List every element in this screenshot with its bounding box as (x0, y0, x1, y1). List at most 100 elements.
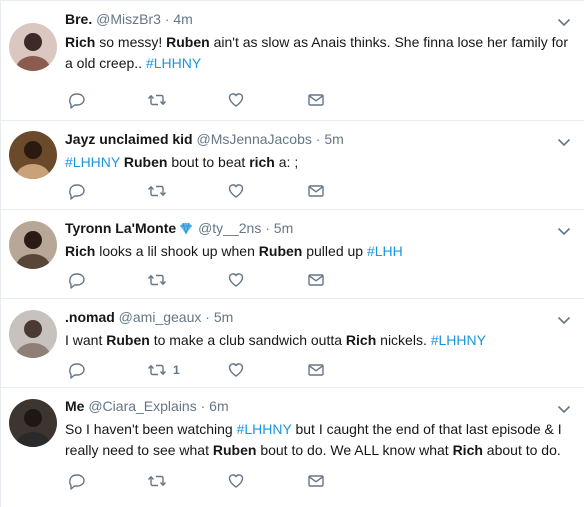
avatar-image (9, 221, 57, 269)
tweet-actions (65, 270, 345, 290)
hashtag-link[interactable]: #LHHNY (146, 55, 201, 71)
highlighted-keyword: Rich (452, 442, 483, 458)
tweet-menu-button[interactable] (557, 312, 571, 325)
reply-icon (69, 184, 85, 200)
author-name[interactable]: .nomad (65, 309, 115, 325)
highlighted-keyword: Rich (65, 34, 96, 50)
reply-icon (69, 93, 85, 109)
like-button[interactable] (227, 181, 247, 201)
tweet[interactable]: Tyronn La'Monte @ty__2ns · 5m Rich looks … (1, 209, 584, 298)
tweet-header: Bre. @MiszBr3 · 4m (65, 11, 193, 27)
hashtag-link[interactable]: #LHHNY (431, 332, 486, 348)
tweet-header: Tyronn La'Monte @ty__2ns · 5m (65, 220, 293, 238)
avatar-image (9, 23, 57, 71)
reply-button[interactable] (67, 360, 87, 380)
author-name[interactable]: Me (65, 398, 84, 414)
timestamp[interactable]: 6m (209, 398, 228, 414)
author-handle[interactable]: @ami_geaux (119, 309, 202, 325)
like-button[interactable] (227, 360, 247, 380)
retweet-button[interactable]: 1 (147, 360, 180, 380)
author-name[interactable]: Bre. (65, 11, 92, 27)
direct-message-button[interactable] (307, 471, 327, 491)
highlighted-keyword: Ruben (123, 154, 168, 170)
reply-button[interactable] (67, 181, 87, 201)
chevron-down-icon (557, 227, 571, 236)
retweet-button[interactable] (147, 90, 167, 110)
heart-icon (228, 184, 244, 198)
retweet-icon (147, 185, 167, 197)
reply-icon (69, 363, 85, 379)
tweet-menu-button[interactable] (557, 401, 571, 414)
timestamp[interactable]: 4m (173, 11, 192, 27)
author-name[interactable]: Tyronn La'Monte (65, 220, 176, 236)
tweet-header: Jayz unclaimed kid @MsJennaJacobs · 5m (65, 131, 344, 147)
avatar[interactable] (9, 310, 57, 358)
text-segment: So I haven't been watching (65, 421, 237, 437)
avatar[interactable] (9, 131, 57, 179)
tweet-actions (65, 181, 345, 201)
text-segment: bout to beat (167, 154, 250, 170)
tweet-text: I want Ruben to make a club sandwich out… (65, 330, 570, 351)
highlighted-keyword: Ruben (106, 332, 150, 348)
hashtag-link[interactable]: #LHH (367, 243, 403, 259)
direct-message-button[interactable] (307, 360, 327, 380)
avatar[interactable] (9, 221, 57, 269)
reply-button[interactable] (67, 90, 87, 110)
tweet-text: Rich so messy! Ruben ain't as slow as An… (65, 32, 570, 74)
tweet-header: Me @Ciara_Explains · 6m (65, 398, 229, 414)
retweet-button[interactable] (147, 270, 167, 290)
like-button[interactable] (227, 270, 247, 290)
timestamp[interactable]: 5m (274, 220, 293, 236)
tweet[interactable]: Bre. @MiszBr3 · 4m Rich so messy! Ruben a… (1, 0, 584, 120)
direct-message-button[interactable] (307, 181, 327, 201)
hashtag-link[interactable]: #LHHNY (65, 154, 120, 170)
heart-icon (228, 273, 244, 287)
highlighted-keyword: Rich (345, 332, 377, 348)
tweet-text: #LHHNY Ruben bout to beat rich a: ; (65, 152, 570, 173)
like-button[interactable] (227, 471, 247, 491)
highlighted-keyword: Rich (65, 243, 96, 259)
tweet[interactable]: .nomad @ami_geaux · 5m I want Ruben to ma… (1, 298, 584, 387)
tweet-text: Rich looks a lil shook up when Ruben pul… (65, 241, 570, 262)
timestamp[interactable]: 5m (214, 309, 233, 325)
author-name[interactable]: Jayz unclaimed kid (65, 131, 193, 147)
tweet-menu-button[interactable] (557, 223, 571, 236)
reply-button[interactable] (67, 270, 87, 290)
retweet-button[interactable] (147, 181, 167, 201)
heart-icon (228, 474, 244, 488)
chevron-down-icon (557, 18, 571, 27)
reply-icon (69, 273, 85, 289)
text-segment: I want (65, 332, 107, 348)
highlighted-keyword: Ruben (166, 34, 210, 50)
text-segment: to make a club sandwich outta (149, 332, 346, 348)
author-handle[interactable]: @Ciara_Explains (88, 398, 196, 414)
author-handle[interactable]: @MiszBr3 (96, 11, 161, 27)
reply-button[interactable] (67, 471, 87, 491)
avatar[interactable] (9, 23, 57, 71)
author-handle[interactable]: @MsJennaJacobs (197, 131, 312, 147)
tweet-text: So I haven't been watching #LHHNY but I … (65, 419, 570, 461)
retweet-button[interactable] (147, 471, 167, 491)
tweet[interactable]: Me @Ciara_Explains · 6m So I haven't been… (1, 387, 584, 507)
tweet-menu-button[interactable] (557, 14, 571, 27)
chevron-down-icon (557, 316, 571, 325)
author-handle[interactable]: @ty__2ns (198, 220, 261, 236)
gem-icon (178, 221, 194, 238)
hashtag-link[interactable]: #LHHNY (237, 421, 292, 437)
text-segment: a: ; (274, 154, 299, 170)
highlighted-keyword: rich (249, 154, 275, 170)
direct-message-button[interactable] (307, 90, 327, 110)
retweet-icon (147, 274, 167, 286)
like-button[interactable] (227, 90, 247, 110)
timestamp[interactable]: 5m (324, 131, 343, 147)
tweet-menu-button[interactable] (557, 134, 571, 147)
direct-message-button[interactable] (307, 270, 327, 290)
envelope-icon (308, 94, 324, 106)
text-segment: pulled up (302, 243, 367, 259)
heart-icon (228, 93, 244, 107)
tweet-actions (65, 90, 345, 110)
avatar[interactable] (9, 399, 57, 447)
text-segment: nickels. (376, 332, 431, 348)
separator-dot: · (311, 131, 325, 147)
tweet[interactable]: Jayz unclaimed kid @MsJennaJacobs · 5m #L… (1, 120, 584, 209)
